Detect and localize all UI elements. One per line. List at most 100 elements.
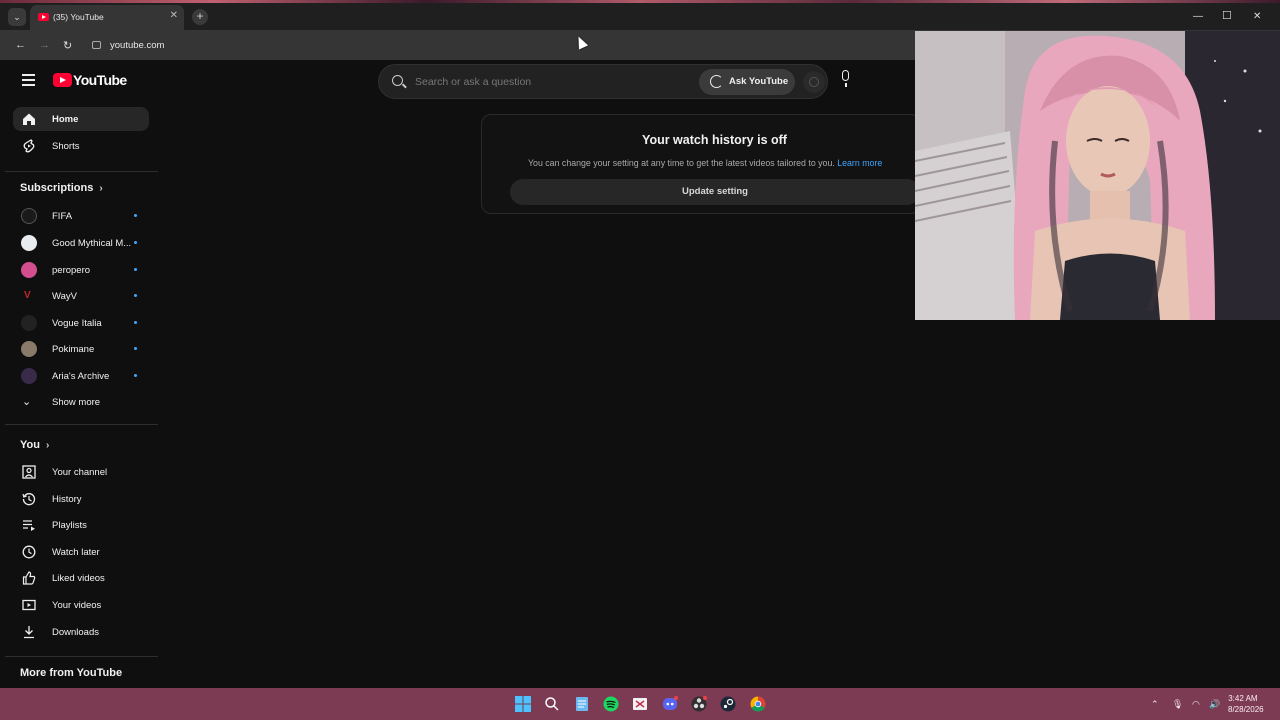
discord-icon[interactable]: [662, 696, 678, 712]
wifi-icon[interactable]: ◠: [1192, 699, 1200, 710]
download-icon: [22, 625, 36, 639]
wayv-avatar: V: [21, 288, 37, 304]
sidebar-item-label: Good Mythical M...: [52, 238, 132, 249]
like-icon: [22, 571, 36, 585]
sidebar-item-history[interactable]: History: [13, 487, 149, 511]
microphone-tray-icon[interactable]: 🎙: [1172, 699, 1183, 710]
learn-more-link[interactable]: Learn more: [837, 158, 882, 168]
sidebar-item-home[interactable]: Home: [13, 107, 149, 131]
webcam-image: [915, 31, 1280, 320]
watch-history-off-card: Your watch history is off You can change…: [481, 114, 921, 214]
your-channel-icon: [22, 465, 36, 479]
windows-start-icon[interactable]: [515, 696, 531, 712]
subscriptions-header[interactable]: Subscriptions ›: [20, 182, 103, 194]
browser-tab[interactable]: (35) YouTube ✕: [30, 5, 184, 30]
mic-stand: [845, 83, 847, 87]
search-icon: [392, 75, 403, 86]
youtube-favicon-icon: [38, 13, 49, 21]
watch-later-icon: [22, 545, 36, 559]
reload-icon[interactable]: ↻: [63, 39, 72, 52]
microphone-icon: [842, 70, 849, 81]
shorts-icon: [22, 139, 36, 153]
new-content-dot: [134, 294, 137, 297]
new-content-dot: [134, 321, 137, 324]
browser-tab-bar: ⌄ (35) YouTube ✕ + — ☐ ✕: [0, 3, 1280, 30]
voice-search-button[interactable]: [836, 67, 856, 93]
spotify-icon[interactable]: [603, 696, 619, 712]
logo-text: YouTube: [73, 72, 127, 88]
webcam-overlay: [915, 31, 1280, 320]
sidebar-item-label: Liked videos: [52, 573, 105, 584]
ask-youtube-label: Ask YouTube: [729, 76, 789, 87]
site-info-icon[interactable]: [92, 41, 101, 49]
subscription-item[interactable]: Aria's Archive: [13, 364, 149, 388]
sidebar-item-label: FIFA: [52, 211, 73, 222]
search-input[interactable]: Search or ask a question: [415, 76, 531, 88]
sidebar-item-label: History: [52, 494, 82, 505]
sidebar-divider: [5, 424, 158, 425]
you-header[interactable]: You ›: [20, 439, 49, 451]
notice-title: Your watch history is off: [642, 133, 787, 147]
youtube-play-icon: [53, 73, 72, 87]
tab-close-icon[interactable]: ✕: [170, 10, 178, 21]
subscription-item[interactable]: Good Mythical M...: [13, 231, 149, 255]
notice-text-row: You can change your setting at any time …: [528, 158, 882, 168]
url-text[interactable]: youtube.com: [110, 40, 164, 51]
update-setting-button[interactable]: Update setting: [510, 179, 920, 205]
sidebar-item-your-videos[interactable]: Your videos: [13, 593, 149, 617]
home-icon: [22, 112, 36, 126]
subscription-item[interactable]: Vogue Italia: [13, 311, 149, 335]
you-title: You: [20, 439, 40, 451]
subscription-item[interactable]: V WayV: [13, 284, 149, 308]
sidebar-item-downloads[interactable]: Downloads: [13, 620, 149, 644]
subscription-item[interactable]: FIFA: [13, 204, 149, 228]
new-content-dot: [134, 374, 137, 377]
chevron-down-icon: ⌄: [22, 396, 32, 408]
search-box[interactable]: Search or ask a question Ask YouTube: [378, 64, 828, 99]
pokimane-avatar: [21, 341, 37, 357]
ask-youtube-button[interactable]: Ask YouTube: [699, 69, 795, 95]
taskbar-search-icon[interactable]: [544, 696, 560, 712]
subscriptions-title: Subscriptions: [20, 182, 94, 194]
vogue-italia-avatar: [21, 315, 37, 331]
tab-search-chevron-icon[interactable]: ⌄: [8, 8, 26, 26]
sidebar-divider: [5, 171, 158, 172]
obs-icon[interactable]: [691, 696, 707, 712]
clock-time: 3:42 AM: [1228, 694, 1258, 703]
notepad-icon[interactable]: [574, 696, 590, 712]
your-videos-icon: [22, 598, 36, 612]
clock-date: 8/28/2026: [1228, 705, 1264, 714]
back-arrow-icon[interactable]: ←: [15, 39, 26, 51]
sidebar-item-label: Watch later: [52, 547, 100, 558]
search-button[interactable]: [803, 71, 825, 93]
maximize-icon[interactable]: ☐: [1222, 9, 1232, 22]
sidebar-item-your-channel[interactable]: Your channel: [13, 460, 149, 484]
show-more-button[interactable]: ⌄ Show more: [13, 390, 149, 414]
new-tab-button[interactable]: +: [192, 9, 208, 25]
steam-icon[interactable]: [720, 696, 736, 712]
sidebar-item-watch-later[interactable]: Watch later: [13, 540, 149, 564]
sidebar-item-label: Playlists: [52, 520, 87, 531]
system-clock[interactable]: 3:42 AM 8/28/2026: [1228, 693, 1264, 715]
sidebar-item-label: WayV: [52, 291, 77, 302]
sparkle-icon: [710, 75, 723, 88]
forward-arrow-icon[interactable]: →: [39, 39, 50, 51]
close-window-icon[interactable]: ✕: [1253, 11, 1261, 22]
show-hidden-icons-icon[interactable]: ⌃: [1151, 699, 1159, 710]
notice-text: You can change your setting at any time …: [528, 158, 835, 168]
sidebar-item-label: Shorts: [52, 141, 80, 152]
sidebar-item-shorts[interactable]: Shorts: [13, 134, 149, 158]
sidebar-item-label: Your channel: [52, 467, 108, 478]
chevron-right-icon: ›: [99, 183, 103, 194]
sidebar-item-liked-videos[interactable]: Liked videos: [13, 566, 149, 590]
subscription-item[interactable]: peropero: [13, 258, 149, 282]
minimize-icon[interactable]: —: [1193, 11, 1203, 22]
chrome-icon[interactable]: [750, 696, 766, 712]
menu-icon[interactable]: [22, 74, 35, 89]
new-content-dot: [134, 214, 137, 217]
subscription-item[interactable]: Pokimane: [13, 337, 149, 361]
sidebar-item-label: Downloads: [52, 627, 99, 638]
snipping-tool-icon[interactable]: [632, 696, 648, 712]
sidebar-item-playlists[interactable]: Playlists: [13, 513, 149, 537]
volume-icon[interactable]: 🔊: [1209, 699, 1220, 710]
